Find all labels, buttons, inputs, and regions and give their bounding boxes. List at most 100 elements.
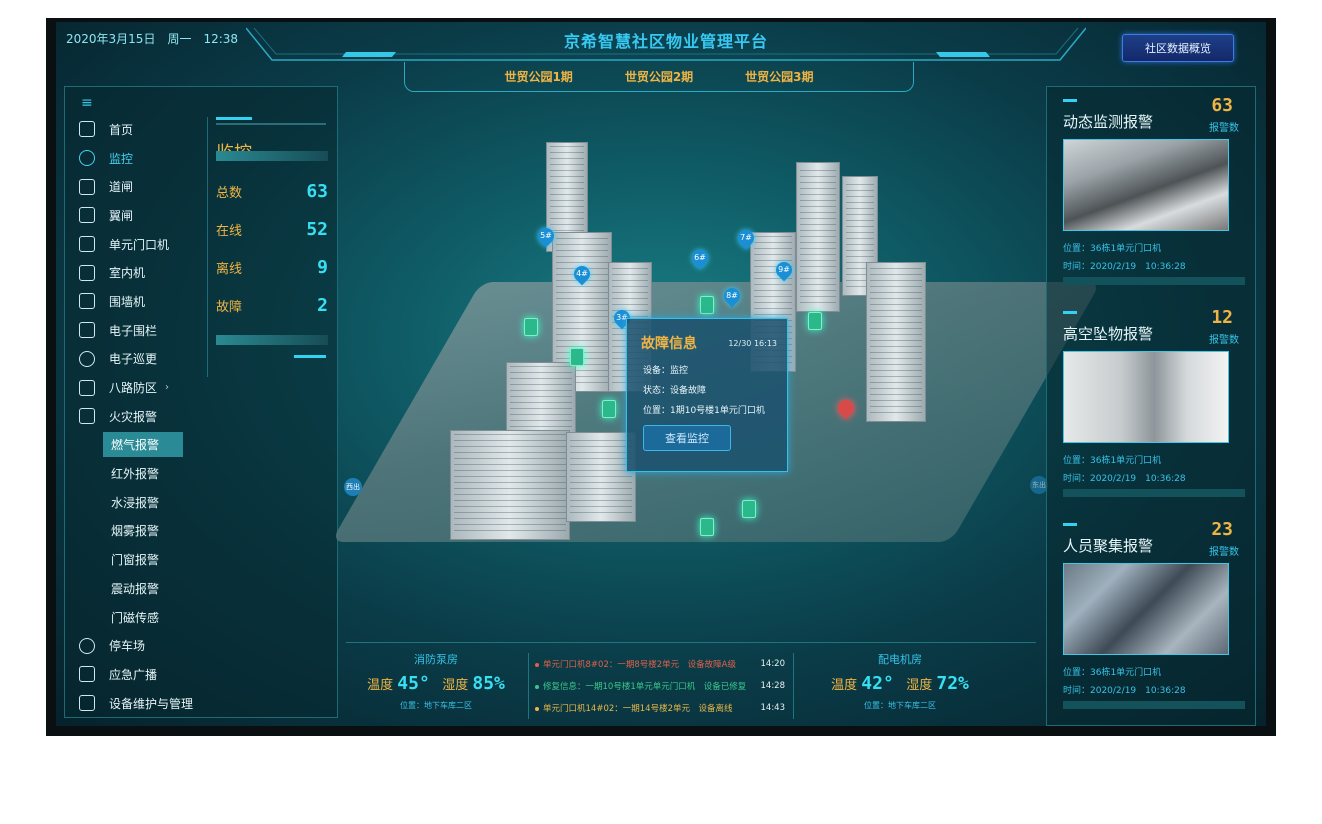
panel-accent <box>216 117 252 120</box>
event-row[interactable]: 修复信息：一期10号楼1单元单元门口机 设备已修复 14:28 <box>535 675 793 697</box>
sidebar-item-label: 电子巡更 <box>109 352 158 367</box>
sidebar-item-label: 火灾报警 <box>109 409 158 424</box>
alert-time: 时间：2020/2/19 10:36:28 <box>1063 262 1186 272</box>
sidebar-subitem-vibration[interactable]: 震动报警 <box>75 574 199 603</box>
sidebar-subitem-door-window[interactable]: 门窗报警 <box>75 545 199 574</box>
stat-label: 总数 <box>216 186 243 201</box>
alert-name: 高空坠物报警 <box>1063 325 1154 343</box>
patrol-pin-icon <box>79 350 95 367</box>
sidebar-item-label: 水浸报警 <box>111 495 160 510</box>
device-marker[interactable] <box>602 400 616 418</box>
alert-count-label: 报警数 <box>1209 547 1239 558</box>
temp-label: 温度 <box>367 678 394 693</box>
device-marker[interactable] <box>700 518 714 536</box>
sidebar-item-label: 翼闸 <box>109 208 134 223</box>
alert-snapshot-image[interactable] <box>1063 351 1229 443</box>
building-pin[interactable]: 6# <box>688 246 712 270</box>
alert-count-label: 报警数 <box>1209 123 1239 134</box>
device-marker[interactable] <box>570 348 584 366</box>
sidebar-item-fire-alarm[interactable]: 火灾报警 <box>75 402 199 431</box>
sidebar-item-label: 围墙机 <box>109 294 146 309</box>
sidebar-item-patrol[interactable]: 电子巡更 <box>75 345 199 374</box>
building-pin[interactable]: 5# <box>534 224 558 248</box>
building[interactable] <box>796 162 840 312</box>
sidebar-subitem-infrared[interactable]: 红外报警 <box>75 459 199 488</box>
event-text: 单元门口机8#02：一期8号楼2单元 设备故障A级 <box>543 660 736 670</box>
room-name: 配电机房 <box>878 653 922 666</box>
sidebar-item-wing-gate[interactable]: 翼闸 <box>75 201 199 230</box>
event-time: 14:28 <box>760 681 786 691</box>
dashboard-screen: 2020年3月15日 周一 12:38 京希智慧社区物业管理平台 世贸公园1期 … <box>56 22 1266 726</box>
card-accent <box>1063 523 1077 526</box>
sidebar-item-label: 红外报警 <box>111 467 160 482</box>
stat-label: 故障 <box>216 300 243 315</box>
alert-count: 12 <box>1211 307 1233 328</box>
datetime-display: 2020年3月15日 周一 12:38 <box>66 32 239 46</box>
device-marker[interactable] <box>808 312 822 330</box>
building[interactable] <box>450 430 570 540</box>
wall-unit-icon <box>79 293 95 310</box>
sidebar-item-label: 停车场 <box>109 639 146 654</box>
tab-phase-1[interactable]: 世贸公园1期 <box>504 68 572 85</box>
tab-phase-2[interactable]: 世贸公园2期 <box>625 68 693 85</box>
event-row[interactable]: 单元门口机8#02：一期8号楼2单元 设备故障A级 14:20 <box>535 653 793 675</box>
sidebar-subitem-smoke[interactable]: 烟雾报警 <box>75 517 199 546</box>
fault-info-popup: 故障信息 12/30 16:13 设备：监控 状态：设备故障 位置：1期10号楼… <box>626 318 788 472</box>
building[interactable] <box>866 262 926 422</box>
sidebar-subitem-door-sensor[interactable]: 门磁传感 <box>75 603 199 632</box>
building-pin[interactable]: 9# <box>772 258 796 282</box>
sidebar-item-wall-unit[interactable]: 围墙机 <box>75 287 199 316</box>
sidebar-item-label: 门磁传感 <box>111 610 160 625</box>
event-dot-icon <box>535 684 539 689</box>
sidebar-item-indoor-unit[interactable]: 室内机 <box>75 258 199 287</box>
menu-toggle-icon[interactable]: ≡ <box>81 95 93 111</box>
panel-title-bar <box>216 151 328 161</box>
stat-value: 63 <box>306 181 328 202</box>
sidebar-item-fence[interactable]: 电子围栏 <box>75 316 199 345</box>
pin-label: 5# <box>540 231 552 240</box>
stat-online: 在线 52 <box>216 219 328 240</box>
room-location: 位置：地下车库二区 <box>400 701 472 710</box>
device-marker[interactable] <box>524 318 538 336</box>
sidebar-item-door-intercom[interactable]: 单元门口机 <box>75 230 199 259</box>
alert-location: 位置：36栋1单元门口机 <box>1063 456 1162 466</box>
alarm-icon <box>79 379 95 396</box>
panel-footer-accent <box>294 355 326 358</box>
pin-label: 9# <box>778 265 790 274</box>
alert-time: 时间：2020/2/19 10:36:28 <box>1063 686 1186 696</box>
humidity-value: 72% <box>936 673 969 694</box>
alert-snapshot-image[interactable] <box>1063 563 1229 655</box>
sidebar-item-maintenance[interactable]: 设备维护与管理 <box>75 689 199 718</box>
sidebar-item-monitor[interactable]: 监控 <box>75 144 199 173</box>
view-monitor-button[interactable]: 查看监控 <box>643 425 731 451</box>
sidebar-item-label: 道闸 <box>109 180 134 195</box>
sidebar-item-zones[interactable]: 八路防区 › <box>75 373 199 402</box>
sidebar-item-broadcast[interactable]: 应急广播 <box>75 660 199 689</box>
building-pin[interactable]: 8# <box>720 284 744 308</box>
alert-snapshot-image[interactable] <box>1063 139 1229 231</box>
sidebar-item-home[interactable]: 首页 <box>75 115 199 144</box>
tab-phase-3[interactable]: 世贸公园3期 <box>745 68 813 85</box>
sidebar-subitem-gas[interactable]: 燃气报警 <box>75 431 199 460</box>
alert-count: 63 <box>1211 95 1233 116</box>
humidity-value: 85% <box>472 673 505 694</box>
event-row[interactable]: 单元门口机14#02：一期14号楼2单元 设备离线 14:43 <box>535 697 793 719</box>
bottom-info-strip: 消防泵房 温度 45° 湿度 85% 位置：地下车库二区 单元门口机8#02：一… <box>346 642 1036 719</box>
sidebar-item-label: 燃气报警 <box>103 432 184 458</box>
building-pin[interactable]: 4# <box>570 262 594 286</box>
device-marker[interactable] <box>742 500 756 518</box>
sidebar-item-parking[interactable]: 停车场 <box>75 631 199 660</box>
monitor-stats-panel: 监控 总数63 在线52 离线9 故障2 <box>207 117 333 377</box>
room-readings: 温度 42° 湿度 72% <box>810 673 990 694</box>
exit-west-pin[interactable]: 西出 <box>344 478 362 496</box>
alert-name: 动态监测报警 <box>1063 113 1154 131</box>
panel-rule <box>216 123 326 125</box>
stat-total: 总数 63 <box>216 181 328 202</box>
community-overview-button[interactable]: 社区数据概览 <box>1122 34 1234 62</box>
building-pin[interactable]: 7# <box>734 226 758 250</box>
sidebar-subitem-water[interactable]: 水浸报警 <box>75 488 199 517</box>
device-marker[interactable] <box>700 296 714 314</box>
fault-location: 位置：1期10号楼1单元门口机 <box>643 406 765 416</box>
sidebar-item-barrier-gate[interactable]: 道闸 <box>75 172 199 201</box>
stat-value: 9 <box>317 257 328 278</box>
